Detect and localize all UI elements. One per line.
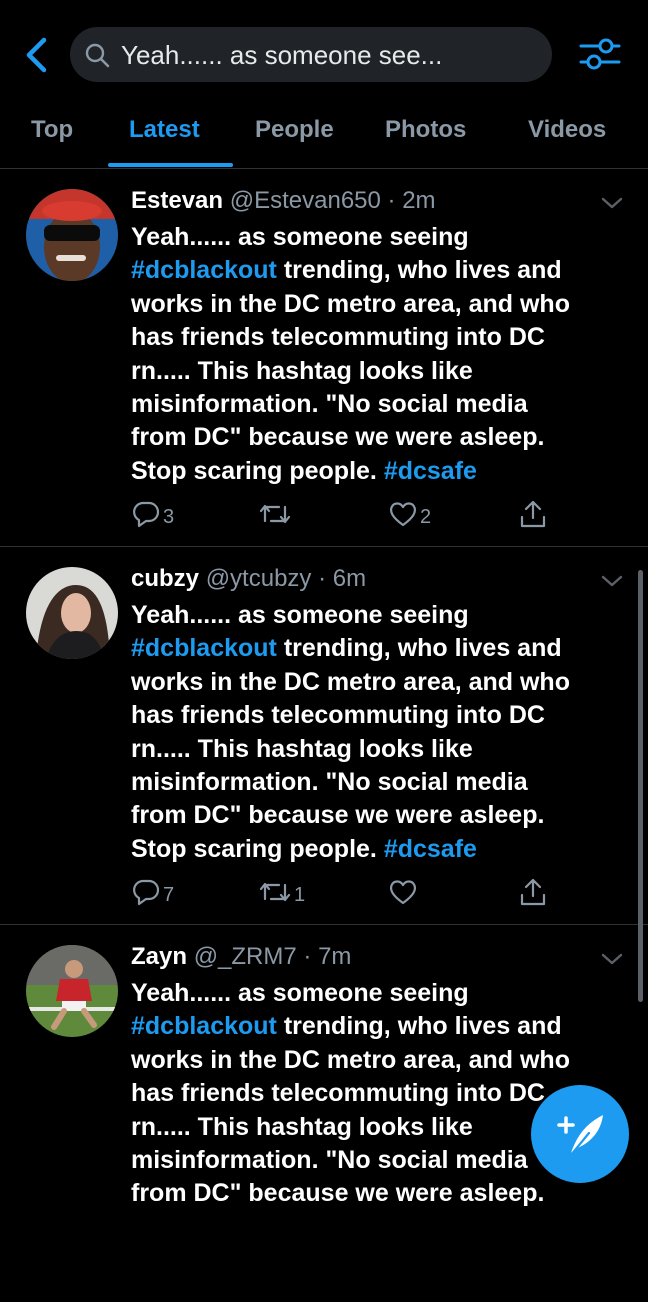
retweet-count: 1: [294, 884, 306, 906]
hashtag-link[interactable]: #dcsafe: [384, 835, 477, 863]
tweet-line: has friends telecommuting into DC: [131, 701, 545, 730]
avatar[interactable]: [26, 567, 118, 659]
search-icon: [85, 43, 110, 68]
chevron-down-icon[interactable]: [600, 951, 624, 967]
tweet-line: misinformation. "No social media: [131, 768, 528, 797]
share-icon: [520, 878, 546, 906]
like-count: 2: [420, 506, 432, 528]
tweet-line: Yeah...... as someone seeing: [131, 223, 469, 251]
tweet-header: Estevan @Estevan650 · 2m: [131, 187, 436, 215]
tweet-line: #dcblackout trending, who lives and: [131, 632, 631, 665]
display-name[interactable]: Zayn: [131, 943, 187, 970]
search-query: Yeah...... as someone see...: [121, 40, 443, 70]
tweet-line-text: Stop scaring people.: [131, 456, 384, 485]
tweet-line: from DC" because we were asleep.: [131, 423, 545, 452]
avatar[interactable]: [26, 189, 118, 281]
tweet-line-text: Stop scaring people.: [131, 834, 384, 863]
user-handle: @ytcubzy: [205, 565, 312, 592]
search-tabs: Top Latest People Photos Videos: [0, 108, 648, 169]
timestamp: 7m: [318, 943, 352, 970]
separator-dot: ·: [380, 187, 403, 214]
tweet-line: works in the DC metro area, and who: [131, 1045, 570, 1074]
reply-bubble-icon: [133, 501, 160, 528]
separator-dot: ·: [296, 943, 319, 970]
tweet-line: works in the DC metro area, and who: [131, 289, 570, 318]
hashtag-link[interactable]: #dcsafe: [384, 457, 477, 485]
hashtag-link[interactable]: #dcblackout: [131, 256, 277, 284]
retweet-icon: [259, 504, 291, 524]
tweet-line-text: trending, who lives and: [276, 1012, 562, 1041]
timestamp: 2m: [402, 187, 436, 214]
tweet-line: #dcblackout trending, who lives and: [131, 1010, 631, 1043]
reply-count: 3: [163, 506, 175, 528]
tweet-line: Stop scaring people. #dcsafe: [131, 455, 631, 488]
scrollbar[interactable]: [638, 570, 643, 1002]
active-tab-indicator: [108, 163, 233, 167]
tab-latest[interactable]: Latest: [129, 116, 200, 144]
tweet-line: from DC" because we were asleep.: [131, 801, 545, 830]
avatar[interactable]: [26, 945, 118, 1037]
timestamp: 6m: [332, 565, 367, 592]
user-handle: @_ZRM7: [193, 943, 297, 970]
tweet-text: Yeah...... as someone seeing #dcblackout…: [131, 599, 631, 866]
tweet-line: rn..... This hashtag looks like: [131, 356, 473, 385]
tweet-line: Yeah...... as someone seeing: [131, 601, 469, 629]
tweet[interactable]: Estevan @Estevan650 · 2m Yeah...... as s…: [0, 169, 648, 547]
compose-feather-icon: [557, 1115, 603, 1157]
tweet-line: rn..... This hashtag looks like: [131, 734, 473, 763]
tweet-text: Yeah...... as someone seeing #dcblackout…: [131, 221, 631, 488]
tweet-line: misinformation. "No social media: [131, 390, 528, 419]
display-name[interactable]: Estevan: [131, 187, 223, 214]
heart-icon: [390, 502, 416, 527]
tweet-header: Zayn @_ZRM7 · 7m: [131, 943, 351, 971]
user-handle: @Estevan650: [229, 187, 381, 214]
retweet-icon: [259, 882, 291, 902]
tweet-line-text: trending, who lives and: [276, 634, 562, 663]
tweet-line-text: trending, who lives and: [276, 256, 562, 285]
hashtag-link[interactable]: #dcblackout: [131, 634, 277, 662]
heart-icon: [390, 880, 416, 905]
chevron-left-icon[interactable]: [20, 36, 54, 74]
tweet-line: works in the DC metro area, and who: [131, 667, 570, 696]
tab-videos[interactable]: Videos: [528, 116, 606, 144]
separator-dot: ·: [311, 565, 333, 592]
tweet-line: Yeah...... as someone seeing: [131, 979, 469, 1007]
share-icon: [520, 500, 546, 528]
display-name[interactable]: cubzy: [131, 565, 199, 592]
reply-count: 7: [163, 884, 175, 906]
compose-button[interactable]: [531, 1085, 629, 1183]
tweet[interactable]: cubzy @ytcubzy · 6m Yeah...... as someon…: [0, 547, 648, 925]
tab-photos[interactable]: Photos: [385, 116, 466, 144]
filter-sliders-icon[interactable]: [578, 34, 622, 74]
chevron-down-icon[interactable]: [600, 195, 624, 211]
tweet-line: Stop scaring people. #dcsafe: [131, 833, 631, 866]
top-bar: Yeah...... as someone see...: [0, 0, 648, 108]
search-input[interactable]: Yeah...... as someone see...: [70, 27, 552, 82]
tweet-line: has friends telecommuting into DC: [131, 323, 545, 352]
reply-bubble-icon: [133, 879, 160, 906]
chevron-down-icon[interactable]: [600, 573, 624, 589]
tab-people[interactable]: People: [255, 116, 334, 144]
tweet-line: #dcblackout trending, who lives and: [131, 254, 631, 287]
tweet-header: cubzy @ytcubzy · 6m: [131, 565, 366, 593]
hashtag-link[interactable]: #dcblackout: [131, 1012, 277, 1040]
tab-top[interactable]: Top: [31, 116, 73, 144]
